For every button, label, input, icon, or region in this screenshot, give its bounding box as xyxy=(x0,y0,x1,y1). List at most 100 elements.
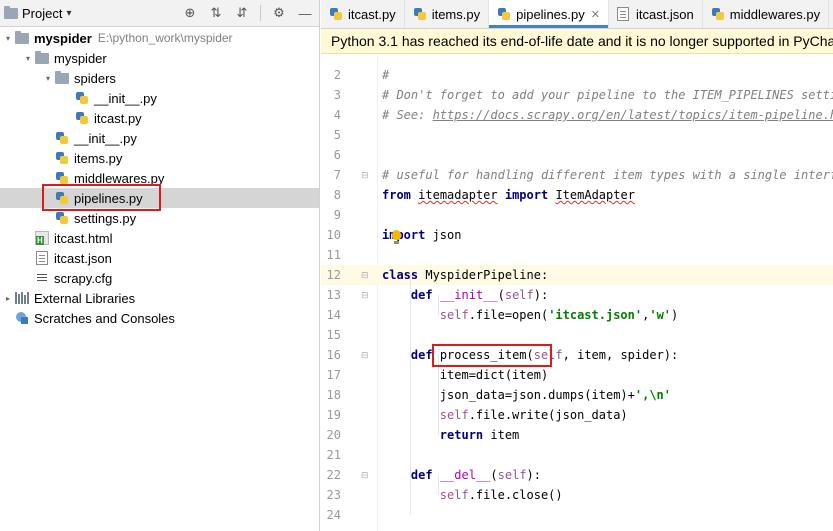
tree-item[interactable]: ▸ External Libraries xyxy=(0,288,319,308)
code-line[interactable]: 22 def __del__(self): ⊟ xyxy=(321,465,833,485)
line-number: 17 xyxy=(326,368,341,382)
chevron-down-icon[interactable]: ▾ xyxy=(66,8,71,19)
code-line[interactable]: 8 from itemadapter import ItemAdapter xyxy=(321,185,833,205)
code-text: self.file=open('itcast.json','w') xyxy=(439,308,679,322)
code-line[interactable]: 20 return item xyxy=(321,425,833,445)
code-text: return item xyxy=(439,428,520,442)
editor-tab[interactable]: itcast.py xyxy=(321,0,405,28)
lightbulb-icon[interactable] xyxy=(392,230,401,244)
line-number: 8 xyxy=(333,188,341,202)
code-line[interactable]: 23 self.file.close() xyxy=(321,485,833,505)
editor-tab[interactable]: items.py xyxy=(405,0,490,28)
code-line[interactable]: 15 xyxy=(321,325,833,345)
editor-tab[interactable]: middlewares.py xyxy=(703,0,830,28)
tree-item-label: __init__.py xyxy=(94,90,157,106)
line-number: 9 xyxy=(333,208,341,222)
editor-tab[interactable]: pipelines.py ✕ xyxy=(489,0,609,28)
project-panel-header: Project ▾ ⊕ ⇅ ⇵ ⚙ — xyxy=(0,0,319,27)
gear-icon[interactable]: ⚙ xyxy=(271,5,287,21)
code-line[interactable]: 6 xyxy=(321,145,833,165)
tree-item[interactable]: Scratches and Consoles xyxy=(0,308,319,328)
tree-item[interactable]: ▾ myspider E:\python_work\myspider xyxy=(0,28,319,48)
code-line[interactable]: 2 # xyxy=(321,65,833,85)
fold-marker-icon[interactable]: ⊟ xyxy=(361,165,369,185)
python-file-icon xyxy=(711,7,725,21)
line-number: 23 xyxy=(326,488,341,502)
collapse-arrow-icon[interactable]: ▾ xyxy=(2,34,14,43)
line-number: 18 xyxy=(326,388,341,402)
code-line[interactable]: 3 # Don't forget to add your pipeline to … xyxy=(321,85,833,105)
line-number: 2 xyxy=(333,68,341,82)
fold-marker-icon[interactable]: ⊟ xyxy=(361,265,369,285)
close-tab-icon[interactable]: ✕ xyxy=(591,8,600,21)
collapse-all-icon[interactable]: ⇅ xyxy=(208,5,224,21)
tree-item[interactable]: ▾ myspider xyxy=(0,48,319,68)
code-text: def __del__(self): xyxy=(410,468,541,482)
tree-item[interactable]: items.py xyxy=(0,148,319,168)
editor-tab-label: itcast.py xyxy=(348,6,396,22)
code-line[interactable]: 21 xyxy=(321,445,833,465)
project-panel: Project ▾ ⊕ ⇅ ⇵ ⚙ — ▾ myspider E:\python_w… xyxy=(0,0,320,531)
line-number: 19 xyxy=(326,408,341,422)
folder-icon xyxy=(14,30,30,46)
tree-item[interactable]: __init__.py xyxy=(0,128,319,148)
tree-item[interactable]: middlewares.py xyxy=(0,168,319,188)
tree-item-label: items.py xyxy=(74,150,123,166)
code-text: class MyspiderPipeline: xyxy=(382,268,549,282)
toolbar-divider xyxy=(260,5,261,21)
tree-item-label: Scratches and Consoles xyxy=(34,310,175,326)
editor-tab[interactable]: itcast.json xyxy=(609,0,703,28)
folder-icon xyxy=(34,50,50,66)
line-number: 10 xyxy=(326,228,341,242)
code-line[interactable]: 9 xyxy=(321,205,833,225)
code-line[interactable]: 7 # useful for handling different item ty… xyxy=(321,165,833,185)
code-line[interactable]: 24 xyxy=(321,505,833,525)
code-text: json_data=json.dumps(item)+',\n' xyxy=(382,388,671,402)
locate-target-icon[interactable]: ⊕ xyxy=(182,5,198,21)
expand-all-icon[interactable]: ⇵ xyxy=(234,5,250,21)
line-number: 11 xyxy=(326,248,341,262)
line-number: 15 xyxy=(326,328,341,342)
code-line[interactable]: 11 xyxy=(321,245,833,265)
tree-item[interactable]: settings.py xyxy=(0,208,319,228)
python-file-icon xyxy=(54,130,70,146)
tree-item-label: settings.py xyxy=(74,210,137,226)
tree-item[interactable]: itcast.html xyxy=(0,228,319,248)
folder-icon xyxy=(4,5,18,21)
fold-marker-icon[interactable]: ⊟ xyxy=(361,465,369,485)
tree-item[interactable]: pipelines.py xyxy=(0,188,319,208)
collapse-arrow-icon[interactable]: ▾ xyxy=(42,74,54,83)
code-line[interactable]: 18 json_data=json.dumps(item)+',\n' xyxy=(321,385,833,405)
code-line[interactable]: 17 item=dict(item) xyxy=(321,365,833,385)
code-line[interactable]: 13 def __init__(self): ⊟ xyxy=(321,285,833,305)
eol-warning-banner: Python 3.1 has reached its end-of-life d… xyxy=(321,29,833,54)
code-line[interactable]: 5 xyxy=(321,125,833,145)
json-file-icon xyxy=(616,7,631,21)
tree-item[interactable]: __init__.py xyxy=(0,88,319,108)
code-line[interactable]: 4 # See: https://docs.scrapy.org/en/lates… xyxy=(321,105,833,125)
line-number: 14 xyxy=(326,308,341,322)
hide-panel-icon[interactable]: — xyxy=(297,5,313,21)
tree-item-label: itcast.py xyxy=(94,110,142,126)
project-panel-title[interactable]: Project xyxy=(22,6,62,21)
html-file-icon xyxy=(34,230,50,246)
fold-marker-icon[interactable]: ⊟ xyxy=(361,345,369,365)
collapse-arrow-icon[interactable]: ▾ xyxy=(22,54,34,63)
code-line[interactable]: 14 self.file=open('itcast.json','w') xyxy=(321,305,833,325)
tree-item[interactable]: ▾ spiders xyxy=(0,68,319,88)
code-line[interactable]: 19 self.file.write(json_data) xyxy=(321,405,833,425)
tree-item[interactable]: itcast.json xyxy=(0,248,319,268)
code-line[interactable]: 16 def process_item(self, item, spider):… xyxy=(321,345,833,365)
config-file-icon xyxy=(34,270,50,286)
expand-arrow-icon[interactable]: ▸ xyxy=(2,294,14,303)
code-text: self.file.write(json_data) xyxy=(439,408,628,422)
code-text: def __init__(self): xyxy=(410,288,549,302)
code-line[interactable]: 12 class MyspiderPipeline: ⊟ xyxy=(321,265,833,285)
code-text: # useful for handling different item typ… xyxy=(382,168,833,182)
line-number: 4 xyxy=(333,108,341,122)
tree-item[interactable]: itcast.py xyxy=(0,108,319,128)
fold-marker-icon[interactable]: ⊟ xyxy=(361,285,369,305)
tree-item[interactable]: scrapy.cfg xyxy=(0,268,319,288)
python-file-icon xyxy=(329,7,343,21)
code-editor[interactable]: 2 #3 # Don't forget to add your pipeline t… xyxy=(321,55,833,531)
